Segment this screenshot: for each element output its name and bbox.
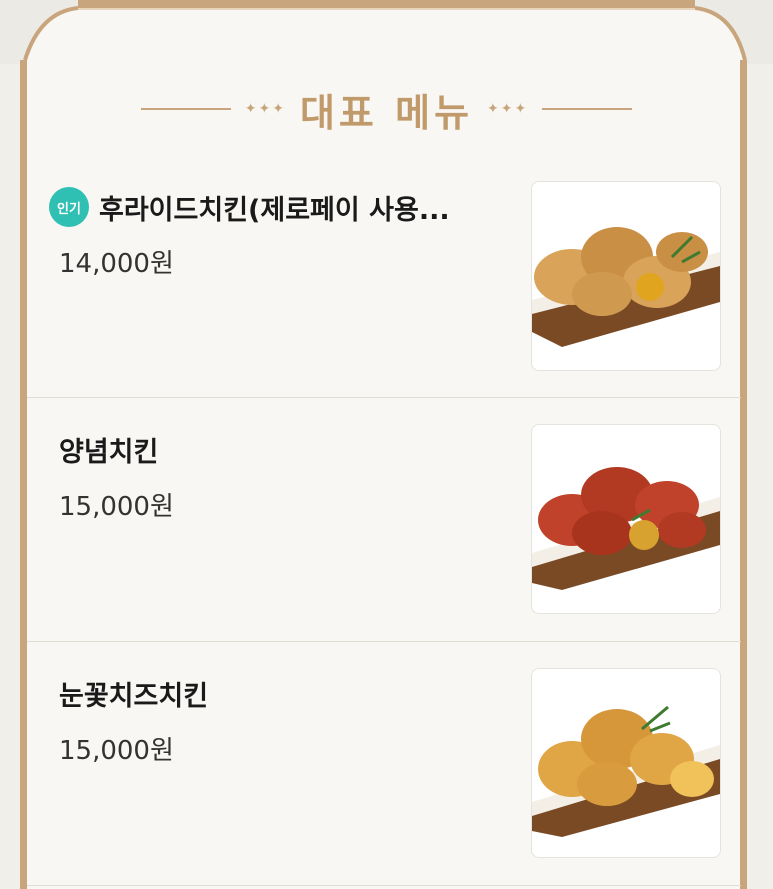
sparkle-icon: ✦✦✦ bbox=[244, 101, 286, 117]
menu-item-price: 15,000원 bbox=[59, 736, 174, 766]
frame-edge-right bbox=[747, 62, 773, 889]
cheese-chicken-icon[interactable] bbox=[531, 668, 721, 858]
heading-line-left bbox=[140, 108, 231, 110]
heading-line-right bbox=[542, 108, 633, 110]
menu-item[interactable]: 인기 후라이드치킨(제로페이 사용... 14,000원 bbox=[27, 155, 741, 398]
menu-item-name-row: 눈꽃치즈치킨 bbox=[59, 674, 208, 713]
section-title: 대표 메뉴 bbox=[299, 90, 474, 135]
frame-side-left bbox=[20, 60, 27, 889]
menu-item-price: 14,000원 bbox=[59, 249, 174, 279]
menu-item-name[interactable]: 눈꽃치즈치킨 bbox=[59, 674, 208, 713]
menu-list: 인기 후라이드치킨(제로페이 사용... 14,000원 양념치킨 15,000… bbox=[27, 155, 741, 886]
menu-item[interactable]: 눈꽃치즈치킨 15,000원 bbox=[27, 642, 741, 886]
frame-edge-left bbox=[0, 62, 20, 889]
section-heading: ✦✦✦ 대표 메뉴 ✦✦✦ bbox=[0, 84, 773, 135]
menu-item-name-row: 양념치킨 bbox=[59, 430, 158, 469]
frame-side-right bbox=[740, 60, 747, 889]
menu-item-name[interactable]: 후라이드치킨(제로페이 사용... bbox=[99, 188, 450, 227]
menu-item-name-row: 인기 후라이드치킨(제로페이 사용... bbox=[49, 187, 450, 227]
menu-item-price: 15,000원 bbox=[59, 492, 174, 522]
menu-item[interactable]: 양념치킨 15,000원 bbox=[27, 398, 741, 642]
menu-frame: ✦✦✦ 대표 메뉴 ✦✦✦ 인기 후라이드치킨(제로페이 사용... 14,00… bbox=[0, 0, 773, 889]
menu-item-name[interactable]: 양념치킨 bbox=[59, 430, 158, 469]
seasoned-chicken-icon[interactable] bbox=[531, 424, 721, 614]
popular-badge: 인기 bbox=[49, 187, 89, 227]
frame-corner-right bbox=[695, 0, 773, 64]
sparkle-icon: ✦✦✦ bbox=[487, 101, 529, 117]
frame-corner-left bbox=[0, 0, 78, 64]
fried-chicken-icon[interactable] bbox=[531, 181, 721, 371]
frame-top-border bbox=[78, 0, 696, 10]
